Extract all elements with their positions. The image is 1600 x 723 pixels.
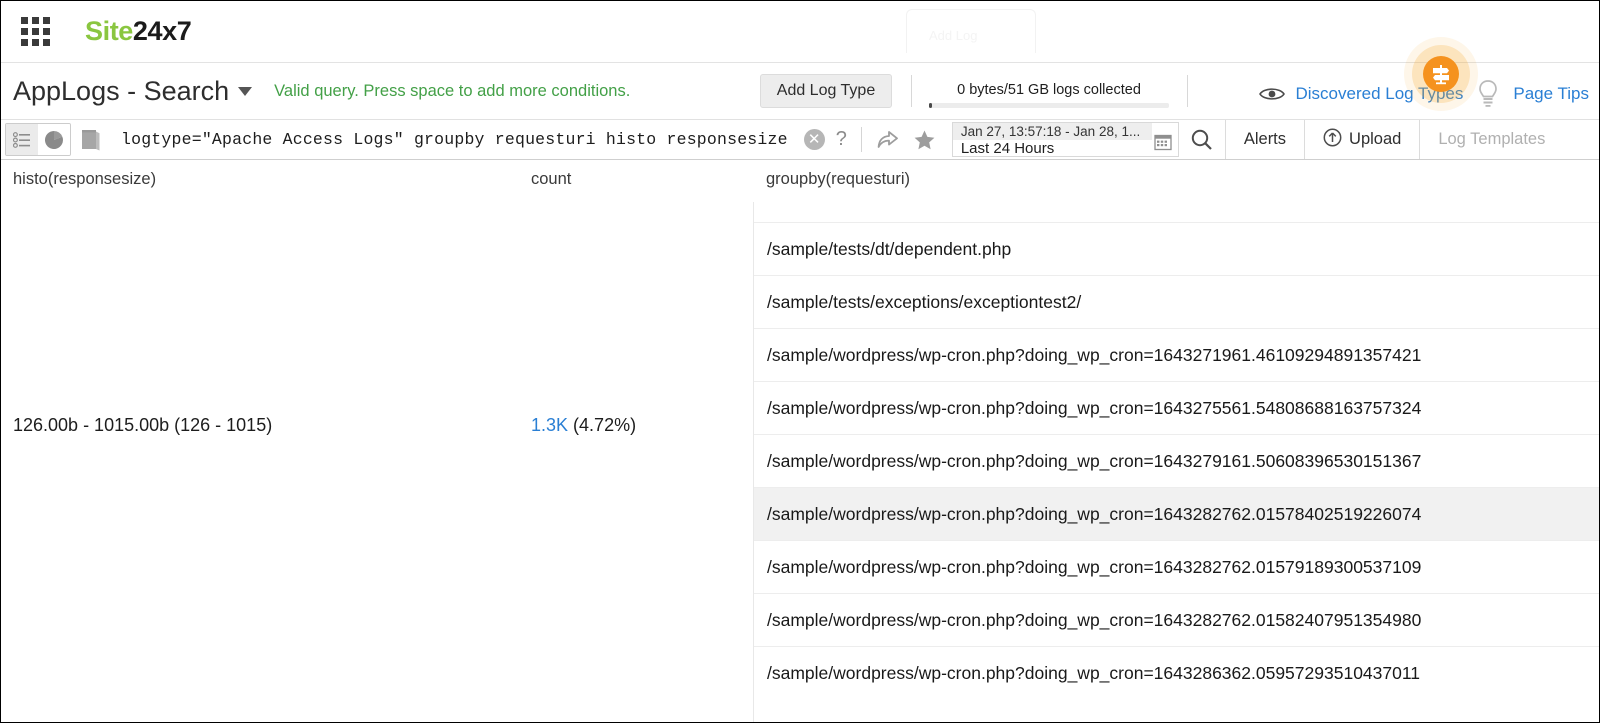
column-header-histo: histo(responsesize) <box>13 170 156 189</box>
requesturi-list[interactable]: /sample/tests/dt/dependent.php /sample/t… <box>754 202 1599 723</box>
page-tips-link[interactable]: Page Tips <box>1513 84 1589 104</box>
date-range-picker[interactable]: Jan 27, 13:57:18 - Jan 28, 1... Last 24 … <box>952 122 1179 157</box>
share-arrow-icon[interactable] <box>876 129 899 151</box>
top-bar: Site24x7 Add Log <box>1 1 1599 63</box>
tab-log-templates-label: Log Templates <box>1438 130 1545 149</box>
list-item[interactable]: /sample/wordpress/wp-cron.php?doing_wp_c… <box>754 593 1599 646</box>
header-divider-1 <box>911 75 912 107</box>
count-cell: 1.3K (4.72%) <box>531 415 636 436</box>
brand-logo[interactable]: Site24x7 <box>85 16 191 47</box>
list-item[interactable]: /sample/wordpress/wp-cron.php?doing_wp_c… <box>754 487 1599 540</box>
date-range-preset: Last 24 Hours <box>961 140 1178 157</box>
search-magnifier-icon[interactable] <box>1179 120 1225 159</box>
query-toolbar: logtype="Apache Access Logs" groupby req… <box>1 120 1599 160</box>
guide-signpost-icon <box>1423 56 1459 92</box>
tab-alerts-label: Alerts <box>1244 130 1286 149</box>
date-range-value: Jan 27, 13:57:18 - Jan 28, 1... <box>953 123 1152 140</box>
log-usage-meter: 0 bytes/51 GB logs collected <box>929 81 1169 108</box>
view-mode-toggle <box>5 123 71 156</box>
lightbulb-icon[interactable] <box>1473 79 1503 109</box>
list-item[interactable]: /sample/wordpress/wp-cron.php?doing_wp_c… <box>754 381 1599 434</box>
results-area: histo(responsesize) count groupby(reques… <box>1 160 1599 723</box>
count-percent: (4.72%) <box>573 415 636 435</box>
upload-circle-icon <box>1323 128 1342 152</box>
toolbar-divider-1 <box>861 127 862 152</box>
star-icon[interactable] <box>913 129 936 151</box>
column-header-groupby: groupby(requesturi) <box>766 170 910 189</box>
histo-bucket-value: 126.00b - 1015.00b (126 - 1015) <box>13 415 272 436</box>
page-title: AppLogs - Search <box>13 76 229 107</box>
ghost-overlay-panel: Add Log <box>906 9 1036 53</box>
list-item[interactable]: /sample/tests/dt/dependent.php <box>754 222 1599 275</box>
add-log-type-button[interactable]: Add Log Type <box>760 74 892 108</box>
list-view-icon[interactable] <box>6 124 38 155</box>
query-input[interactable]: logtype="Apache Access Logs" groupby req… <box>121 120 788 159</box>
list-item[interactable]: /sample/wordpress/wp-cron.php?doing_wp_c… <box>754 540 1599 593</box>
applogs-search-window: Site24x7 Add Log AppLogs - Search Valid … <box>0 0 1600 723</box>
tab-alerts[interactable]: Alerts <box>1225 120 1304 159</box>
question-mark-icon[interactable]: ? <box>836 128 847 151</box>
column-header-count: count <box>531 170 571 189</box>
list-item[interactable]: /sample/wordpress/wp-cron.php?doing_wp_c… <box>754 646 1599 699</box>
apps-grid-icon[interactable] <box>19 16 51 48</box>
tab-log-templates[interactable]: Log Templates <box>1419 120 1563 159</box>
guide-pulse-badge[interactable] <box>1412 45 1470 103</box>
tab-upload-label: Upload <box>1349 130 1401 149</box>
count-value[interactable]: 1.3K <box>531 415 568 435</box>
list-item[interactable]: /sample/wordpress/wp-cron.php?doing_wp_c… <box>754 434 1599 487</box>
log-usage-label: 0 bytes/51 GB logs collected <box>929 81 1169 99</box>
results-column-headers: histo(responsesize) count groupby(reques… <box>1 160 1599 202</box>
page-header-bar: AppLogs - Search Valid query. Press spac… <box>1 63 1599 120</box>
book-icon[interactable] <box>71 120 111 159</box>
list-item[interactable]: /sample/wordpress/wp-cron.php?doing_wp_c… <box>754 328 1599 381</box>
calendar-icon[interactable] <box>1154 133 1172 156</box>
tab-upload[interactable]: Upload <box>1304 120 1419 159</box>
brand-name-secondary: 24x7 <box>133 16 191 46</box>
list-item[interactable]: /sample/tests/exceptions/exceptiontest2/ <box>754 275 1599 328</box>
clear-circle-x-icon[interactable]: ✕ <box>804 129 825 150</box>
log-usage-track <box>929 103 1169 108</box>
pie-chart-view-icon[interactable] <box>38 124 70 155</box>
log-usage-fill <box>929 103 932 108</box>
eye-icon[interactable] <box>1259 86 1285 102</box>
list-top-spacer <box>754 202 1599 222</box>
chevron-down-icon[interactable] <box>238 87 252 96</box>
query-validation-message: Valid query. Press space to add more con… <box>274 82 630 101</box>
header-divider-2 <box>1187 75 1188 107</box>
brand-name-primary: Site <box>85 16 133 46</box>
